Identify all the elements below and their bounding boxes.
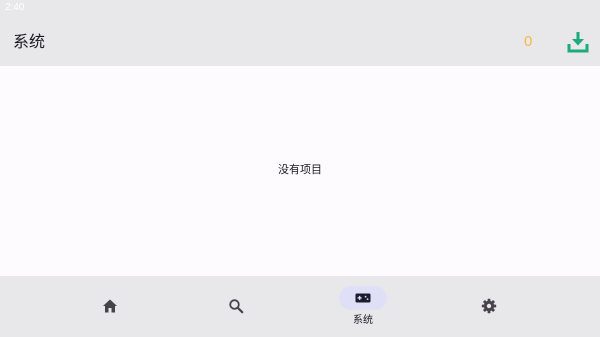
nav-item-systems[interactable]: 系统	[300, 276, 426, 337]
app-screen: 2:40 系统 0 没有项目 系统	[0, 0, 600, 337]
download-button[interactable]	[566, 30, 590, 54]
nav-item-label: 系统	[353, 315, 373, 326]
download-icon	[567, 32, 589, 53]
nav-item-settings[interactable]	[426, 276, 552, 337]
gamepad-icon	[355, 293, 371, 303]
page-title: 系统	[13, 32, 46, 51]
nav-item-search[interactable]	[173, 276, 299, 337]
nav-item-home[interactable]	[47, 276, 173, 337]
empty-state-message: 没有项目	[278, 163, 322, 176]
download-count-badge: 0	[524, 33, 533, 50]
search-icon	[229, 299, 244, 314]
app-bar: 系统 0	[0, 17, 600, 66]
content-area: 没有项目	[0, 66, 600, 276]
nav-active-indicator	[339, 286, 387, 310]
gear-icon	[481, 298, 497, 314]
home-icon	[103, 299, 117, 313]
status-bar: 2:40	[0, 0, 600, 17]
status-time: 2:40	[5, 2, 25, 13]
bottom-navigation: 系统	[0, 276, 600, 337]
